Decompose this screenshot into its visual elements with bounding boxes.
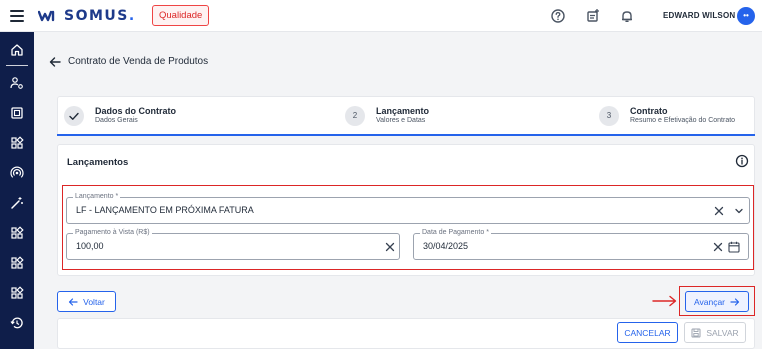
bell-icon[interactable] [619, 8, 635, 24]
sidebar-divider [6, 65, 28, 66]
lancamento-select[interactable]: Lançamento * LF - LANÇAMENTO EM PRÓXIMA … [66, 193, 750, 224]
step-3-number: 3 [599, 106, 619, 126]
apps-icon [11, 226, 24, 239]
arrow-right-icon [730, 297, 740, 306]
note-add-icon[interactable] [585, 8, 601, 24]
step-1-subtitle: Dados Gerais [95, 117, 138, 124]
building-icon [11, 107, 23, 119]
pagamento-vista-value: 100,00 [76, 241, 104, 251]
back-button[interactable]: Voltar [57, 291, 116, 312]
sidebar-item-apps-4[interactable] [8, 284, 26, 302]
clear-icon[interactable] [385, 242, 395, 252]
users-settings-icon [10, 77, 23, 89]
step-1-title: Dados do Contrato [95, 106, 176, 116]
step-3-subtitle: Resumo e Efetivação do Contrato [630, 117, 736, 124]
save-button[interactable]: SALVAR [684, 322, 746, 343]
clear-icon[interactable] [714, 206, 724, 216]
red-arrow-annotation [652, 295, 677, 307]
save-button-label: SALVAR [706, 327, 739, 338]
apps-icon [11, 256, 24, 269]
arrow-left-icon [69, 297, 78, 306]
pagamento-vista-label: Pagamento à Vista (R$) [73, 229, 152, 237]
chevron-down-icon[interactable] [734, 206, 744, 216]
info-icon[interactable] [735, 154, 749, 168]
footer-actions: CANCELAR SALVAR [57, 318, 755, 349]
lancamento-value: LF - LANÇAMENTO EM PRÓXIMA FATURA [76, 205, 254, 215]
back-arrow-icon[interactable] [48, 55, 62, 69]
broadcast-icon [10, 166, 24, 178]
apps-icon [11, 136, 24, 149]
logo[interactable]: SOMUS. [38, 8, 136, 24]
step-2-number: 2 [345, 106, 365, 126]
lancamento-label: Lançamento * [73, 193, 121, 201]
step-2-title: Lançamento [376, 106, 430, 116]
sidebar-item-apps-3[interactable] [8, 254, 26, 272]
calendar-icon[interactable] [728, 241, 740, 253]
data-pagamento-input[interactable]: Data de Pagamento * 30/04/2025 [413, 229, 749, 260]
user-name[interactable]: EDWARD WILSON [663, 11, 735, 20]
clear-icon[interactable] [713, 242, 723, 252]
sidebar-item-history[interactable] [8, 314, 26, 332]
sidebar-item-apps-1[interactable] [8, 134, 26, 152]
data-pagamento-label: Data de Pagamento * [420, 229, 491, 237]
history-icon [10, 317, 23, 329]
page-title: Contrato de Venda de Produtos [68, 56, 209, 67]
card-title: Lançamentos [67, 157, 129, 168]
save-icon [691, 328, 701, 337]
step-3-title: Contrato [630, 106, 668, 116]
back-button-label: Voltar [83, 296, 105, 307]
next-button[interactable]: Avançar [685, 291, 749, 312]
sidebar-item-magic-wand[interactable] [8, 194, 26, 212]
help-icon[interactable] [550, 8, 566, 24]
top-bar: SOMUS. Qualidade EDWARD WILSON •• [0, 0, 762, 32]
sidebar-item-users-settings[interactable] [8, 74, 26, 92]
apps-icon [11, 286, 24, 299]
check-icon [69, 112, 79, 120]
sidebar-item-broadcast[interactable] [8, 164, 26, 182]
menu-icon[interactable] [10, 10, 24, 22]
sidebar [0, 32, 34, 349]
stepper-underline [57, 134, 755, 136]
cancel-button[interactable]: CANCELAR [617, 322, 678, 343]
sidebar-item-apps-2[interactable] [8, 224, 26, 242]
logo-text: SOMUS. [64, 8, 136, 24]
sidebar-item-home[interactable] [8, 41, 26, 59]
home-icon [11, 44, 23, 56]
sidebar-item-building[interactable] [8, 104, 26, 122]
step-2-subtitle: Valores e Datas [376, 117, 426, 124]
magic-wand-icon [11, 197, 23, 209]
avatar[interactable]: •• [737, 7, 755, 25]
data-pagamento-value: 30/04/2025 [423, 241, 469, 251]
lancamentos-card: Lançamentos Lançamento * LF - LANÇAMENTO… [57, 144, 755, 276]
somus-logo-icon [38, 10, 55, 22]
stepper: Dados do Contrato Dados Gerais 2 Lançame… [57, 96, 755, 136]
step-1-check [64, 106, 84, 126]
next-button-label: Avançar [693, 296, 726, 307]
module-badge[interactable]: Qualidade [152, 5, 210, 26]
cancel-button-label: CANCELAR [624, 327, 671, 338]
pagamento-vista-input[interactable]: Pagamento à Vista (R$) 100,00 [66, 229, 400, 260]
